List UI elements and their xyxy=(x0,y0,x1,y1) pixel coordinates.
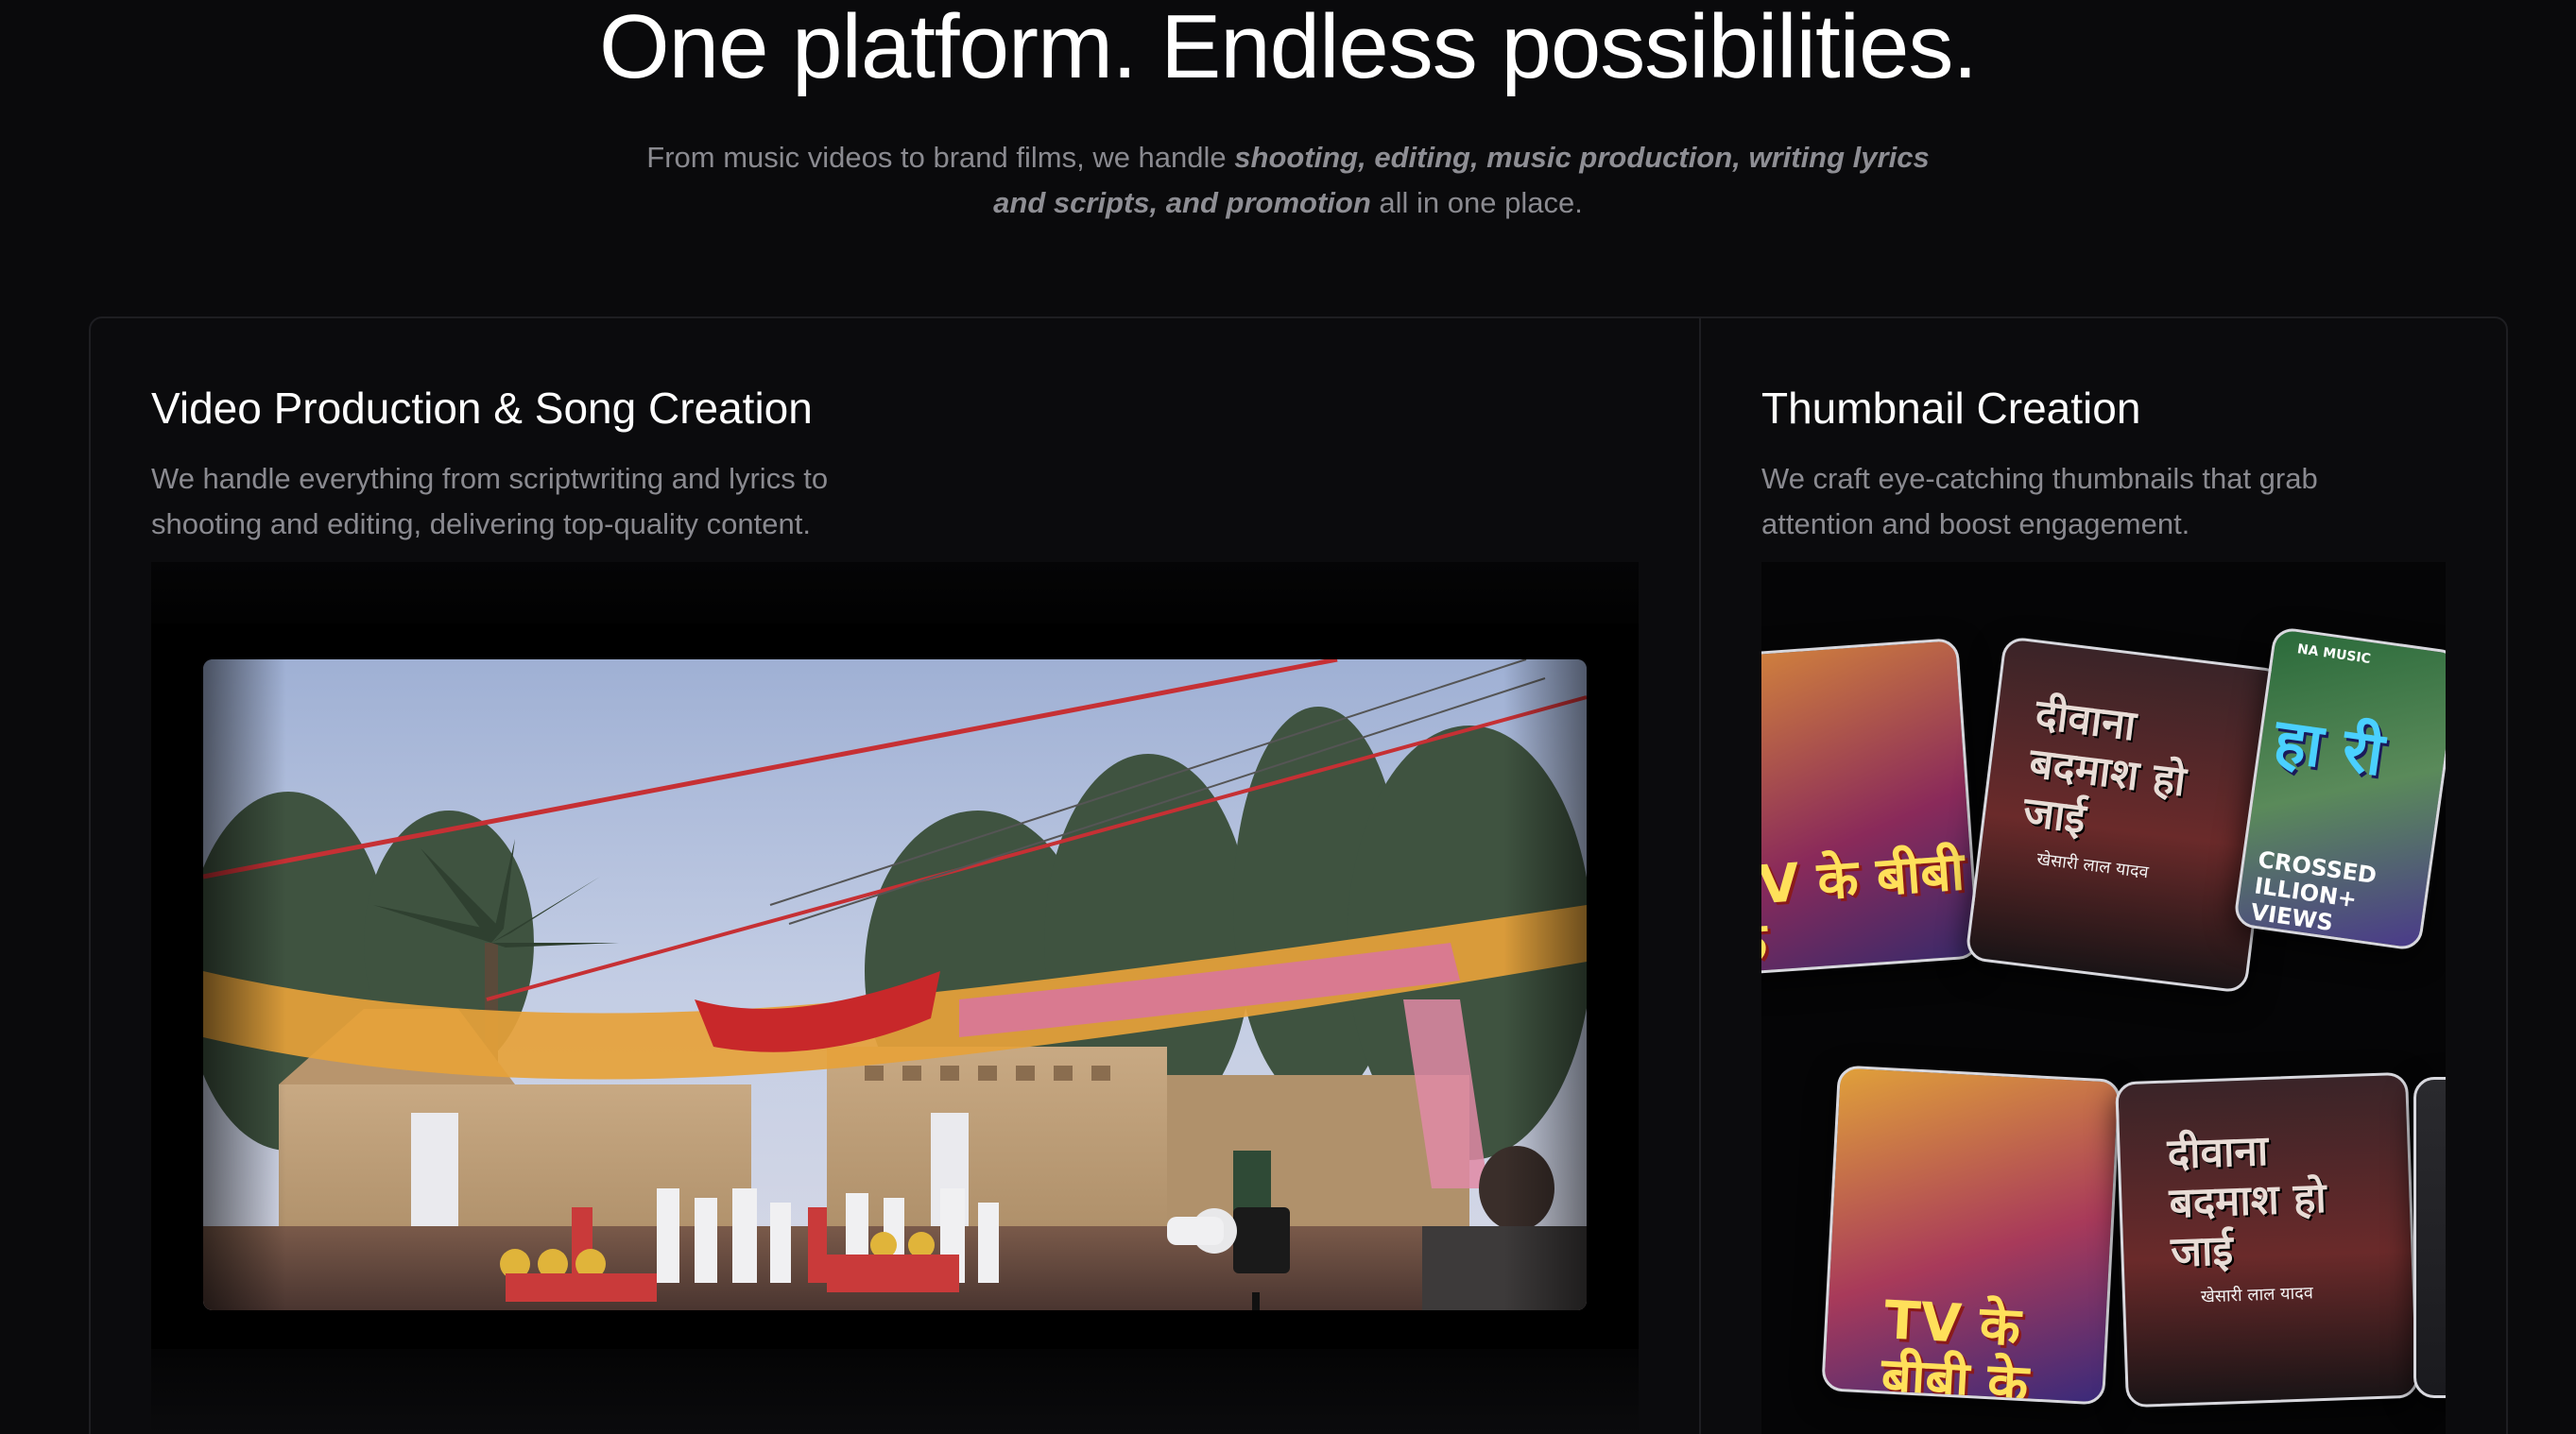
thumbnail-creation-description-line1: We craft eye-catching thumbnails that gr… xyxy=(1761,462,2318,495)
thumbnail-creation-description: We craft eye-catching thumbnails that gr… xyxy=(1761,456,2318,547)
thumbnail-poster-b-duplicate[interactable]: दीवाना बदमाश हो जाई खेसारी लाल यादव xyxy=(2115,1071,2419,1408)
poster-c-title: हा री xyxy=(2270,706,2388,791)
poster-c-badge: CROSSED ILLION+ VIEWS xyxy=(2248,845,2379,937)
hero-subtitle-tail: all in one place. xyxy=(1370,186,1583,219)
hero-title: One platform. Endless possibilities. xyxy=(599,0,1978,97)
film-set-illustration xyxy=(203,659,1587,1310)
thumbnail-creation-description-line2: attention and boost engagement. xyxy=(1761,507,2190,540)
poster-b-duplicate-title: दीवाना बदमाश हो जाई xyxy=(2166,1126,2327,1277)
panel-divider xyxy=(1699,318,1701,1434)
poster-a-title: TV के बीबी के xyxy=(1761,841,1966,976)
poster-c-label: NA MUSIC xyxy=(2295,641,2372,668)
video-production-title: Video Production & Song Creation xyxy=(151,384,813,433)
thumbnail-poster-a[interactable]: TV के बीबी के xyxy=(1761,637,1981,979)
hero-subtitle: From music videos to brand films, we han… xyxy=(627,135,1949,226)
video-production-description-line2: shooting and editing, delivering top-qua… xyxy=(151,507,811,540)
thumbnail-poster-b[interactable]: दीवाना बदमाश हो जाई खेसारी लाल यादव xyxy=(1965,636,2286,994)
poster-b-duplicate-credit: खेसारी लाल यादव xyxy=(2200,1283,2314,1307)
thumbnail-creation-title: Thumbnail Creation xyxy=(1761,384,2141,433)
video-production-description-line1: We handle everything from scriptwriting … xyxy=(151,462,829,495)
video-production-description: We handle everything from scriptwriting … xyxy=(151,456,828,547)
hero-subtitle-lead: From music videos to brand films, we han… xyxy=(646,141,1235,174)
video-production-image[interactable] xyxy=(203,659,1587,1310)
poster-a-duplicate-title: TV के बीबी के xyxy=(1880,1289,2030,1406)
thumbnail-poster-a-duplicate[interactable]: TV के बीबी के xyxy=(1821,1065,2121,1406)
page: One platform. Endless possibilities. Fro… xyxy=(0,0,2576,1434)
poster-b-credit: खेसारी लाल यादव xyxy=(2035,849,2150,883)
thumbnail-carousel[interactable]: TV के बीबी के दीवाना बदमाश हो जाई खेसारी… xyxy=(1761,562,2446,1434)
thumbnail-poster-partial[interactable] xyxy=(2413,1077,2446,1398)
poster-b-title: दीवाना बदमाश हो जाई xyxy=(2020,690,2189,844)
